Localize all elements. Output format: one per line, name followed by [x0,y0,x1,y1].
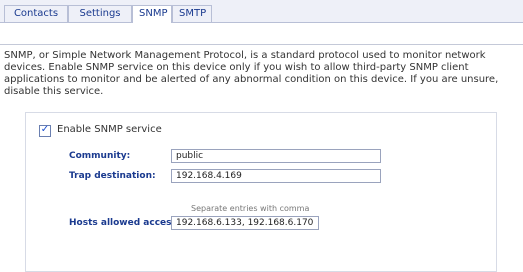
tab-contacts[interactable]: Contacts [4,5,68,22]
tab-snmp[interactable]: SNMP [132,5,172,23]
hosts-allowed-label: Hosts allowed access: [69,218,181,228]
enable-snmp-checkbox[interactable]: ✓ [39,124,51,137]
tab-smtp[interactable]: SMTP [172,5,212,22]
hosts-hint: Separate entries with comma [191,204,310,213]
hosts-allowed-input[interactable] [171,216,319,230]
checkmark-icon: ✓ [40,124,50,135]
community-input[interactable] [171,149,381,163]
snmp-settings-group: ✓ Enable SNMP service Community: Trap de… [25,112,497,272]
trap-destination-input[interactable] [171,169,381,183]
trap-destination-label: Trap destination: [69,171,156,181]
community-label: Community: [69,151,131,161]
snmp-description: SNMP, or Simple Network Management Proto… [4,50,499,97]
enable-snmp-label: Enable SNMP service [57,124,162,135]
tab-settings[interactable]: Settings [68,5,132,22]
snmp-panel: SNMP, or Simple Network Management Proto… [0,44,523,272]
tab-bar: Contacts Settings SNMP SMTP [0,0,523,23]
